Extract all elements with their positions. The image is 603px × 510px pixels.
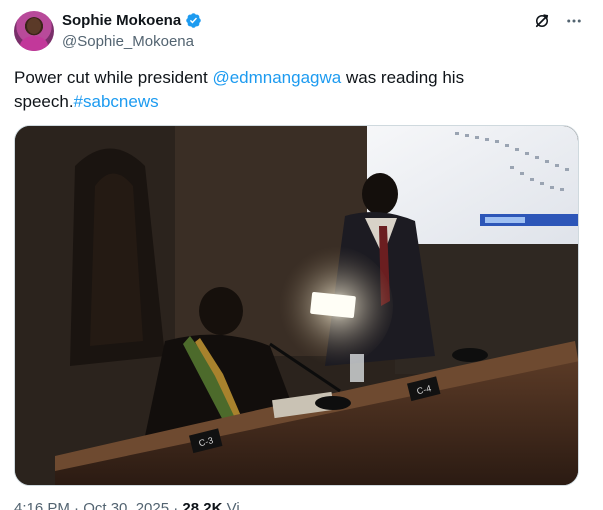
tweet: Sophie Mokoena @Sophie_Mokoena Power cut… — [0, 0, 603, 510]
mic-base-right — [452, 348, 488, 362]
tweet-actions — [533, 12, 583, 30]
water-glass — [350, 354, 364, 382]
mention-link[interactable]: @edmnangagwa — [212, 68, 341, 87]
author-name-row: Sophie Mokoena — [62, 12, 202, 29]
photo-scene: C-3 C-4 — [15, 126, 578, 485]
avatar-face — [27, 18, 41, 34]
views-label: Vi — [222, 500, 240, 510]
tweet-timestamp[interactable]: 4:16 PM · Oct 30, 2025 · 28.2K Vi — [14, 500, 240, 510]
grok-icon[interactable] — [533, 12, 551, 30]
verified-badge-icon — [186, 13, 201, 28]
mic-base — [315, 396, 351, 410]
avatar[interactable] — [14, 11, 54, 51]
tweet-text-before: Power cut while president — [14, 68, 213, 87]
standing-man-head — [362, 173, 398, 215]
avatar-body — [20, 36, 48, 51]
hashtag-link[interactable]: #sabcnews — [74, 92, 159, 111]
phone-light — [310, 291, 356, 319]
screen-bar-icons — [485, 217, 525, 223]
tweet-time-date: 4:16 PM · Oct 30, 2025 · — [14, 500, 183, 510]
views-count: 28.2K — [182, 500, 223, 510]
tweet-media-photo[interactable]: C-3 C-4 — [14, 125, 579, 486]
author-handle[interactable]: @Sophie_Mokoena — [62, 33, 194, 50]
more-icon[interactable] — [565, 12, 583, 30]
tweet-text: Power cut while president @edmnangagwa w… — [14, 66, 574, 114]
author-display-name[interactable]: Sophie Mokoena — [62, 12, 181, 29]
president-head — [199, 287, 243, 335]
